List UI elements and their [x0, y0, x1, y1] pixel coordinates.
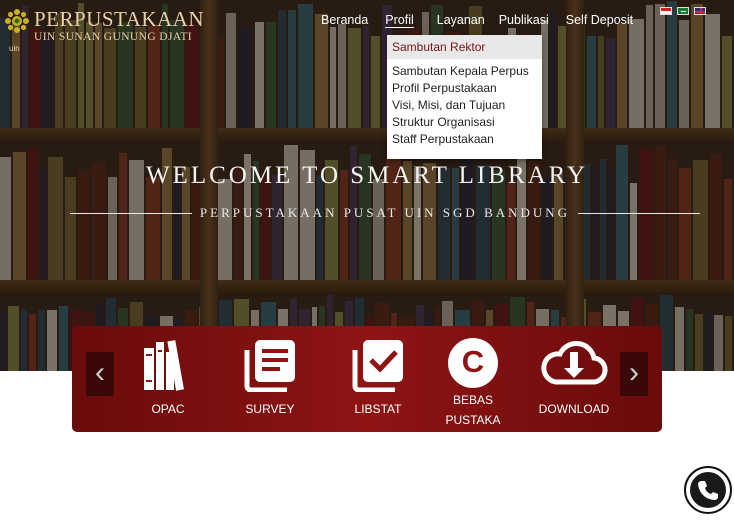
whatsapp-chat-button[interactable]	[684, 466, 732, 514]
menu-item-struktur-organisasi[interactable]: Struktur Organisasi	[387, 114, 542, 131]
logo-uin-text: uin	[9, 44, 20, 53]
checklist-icon	[342, 338, 414, 395]
service-survey-label: SURVEY	[245, 402, 295, 416]
service-bebas-pustaka-label: BEBAS PUSTAKA	[445, 393, 501, 427]
nav-layanan[interactable]: Layanan	[437, 13, 485, 28]
service-libstat-label: LIBSTAT	[354, 402, 402, 416]
carousel-prev-button[interactable]: ‹	[86, 352, 114, 396]
service-opac[interactable]: OPAC	[132, 338, 204, 419]
nav-publikasi[interactable]: Publikasi	[499, 13, 549, 28]
service-survey[interactable]: SURVEY	[234, 338, 306, 419]
main-navigation: Beranda Profil Layanan Publikasi Self De…	[321, 13, 650, 28]
menu-item-staff-perpustakaan[interactable]: Staff Perpustakaan	[387, 131, 542, 148]
copyright-glyph: C	[461, 344, 485, 379]
service-opac-label: OPAC	[151, 402, 185, 416]
nav-beranda[interactable]: Beranda	[321, 13, 368, 28]
service-bebas-pustaka[interactable]: C BEBAS PUSTAKA	[438, 338, 508, 430]
menu-item-visi-misi[interactable]: Visi, Misi, dan Tujuan	[387, 97, 542, 114]
logo-subtitle: UIN SUNAN GUNUNG DJATI	[34, 31, 192, 43]
uk-flag-icon[interactable]	[694, 7, 706, 15]
nav-profil[interactable]: Profil	[385, 13, 414, 28]
menu-item-profil-perpustakaan[interactable]: Profil Perpustakaan	[387, 80, 542, 97]
books-icon	[132, 338, 204, 395]
hero-subtitle-row: PERPUSTAKAAN PUSAT UIN SGD BANDUNG	[70, 205, 700, 221]
copyright-icon: C	[448, 338, 498, 388]
cloud-download-icon	[538, 338, 610, 395]
saudi-flag-icon[interactable]	[677, 7, 689, 15]
hero-banner: PERPUSTAKAAN UIN SUNAN GUNUNG DJATI uin …	[0, 0, 734, 371]
service-download-label: DOWNLOAD	[538, 402, 610, 416]
site-logo[interactable]: PERPUSTAKAAN UIN SUNAN GUNUNG DJATI uin	[4, 7, 205, 53]
carousel-next-button[interactable]: ›	[620, 352, 648, 396]
language-selector	[660, 7, 711, 15]
hero-title: WELCOME TO SMART LIBRARY	[145, 162, 589, 189]
service-libstat[interactable]: LIBSTAT	[342, 338, 414, 419]
menu-item-sambutan-rektor[interactable]: Sambutan Rektor	[387, 35, 542, 59]
subtitle-divider-right	[578, 212, 700, 214]
services-carousel: ‹ › OPAC SURVEY LIBSTAT C BEBAS PUSTAKA …	[72, 326, 662, 432]
logo-title: PERPUSTAKAAN	[34, 7, 205, 31]
indonesia-flag-icon[interactable]	[660, 7, 672, 15]
service-download[interactable]: DOWNLOAD	[538, 338, 610, 419]
subtitle-divider-left	[70, 212, 192, 214]
hero-subtitle: PERPUSTAKAAN PUSAT UIN SGD BANDUNG	[199, 205, 571, 220]
phone-icon	[690, 472, 726, 508]
profil-dropdown-menu: Sambutan Rektor Sambutan Kepala Perpus P…	[387, 35, 542, 159]
nav-self-deposit[interactable]: Self Deposit	[566, 13, 633, 28]
menu-item-sambutan-kepala-perpus[interactable]: Sambutan Kepala Perpus	[387, 63, 542, 80]
logo-emblem-icon	[4, 8, 30, 34]
document-list-icon	[234, 338, 306, 395]
